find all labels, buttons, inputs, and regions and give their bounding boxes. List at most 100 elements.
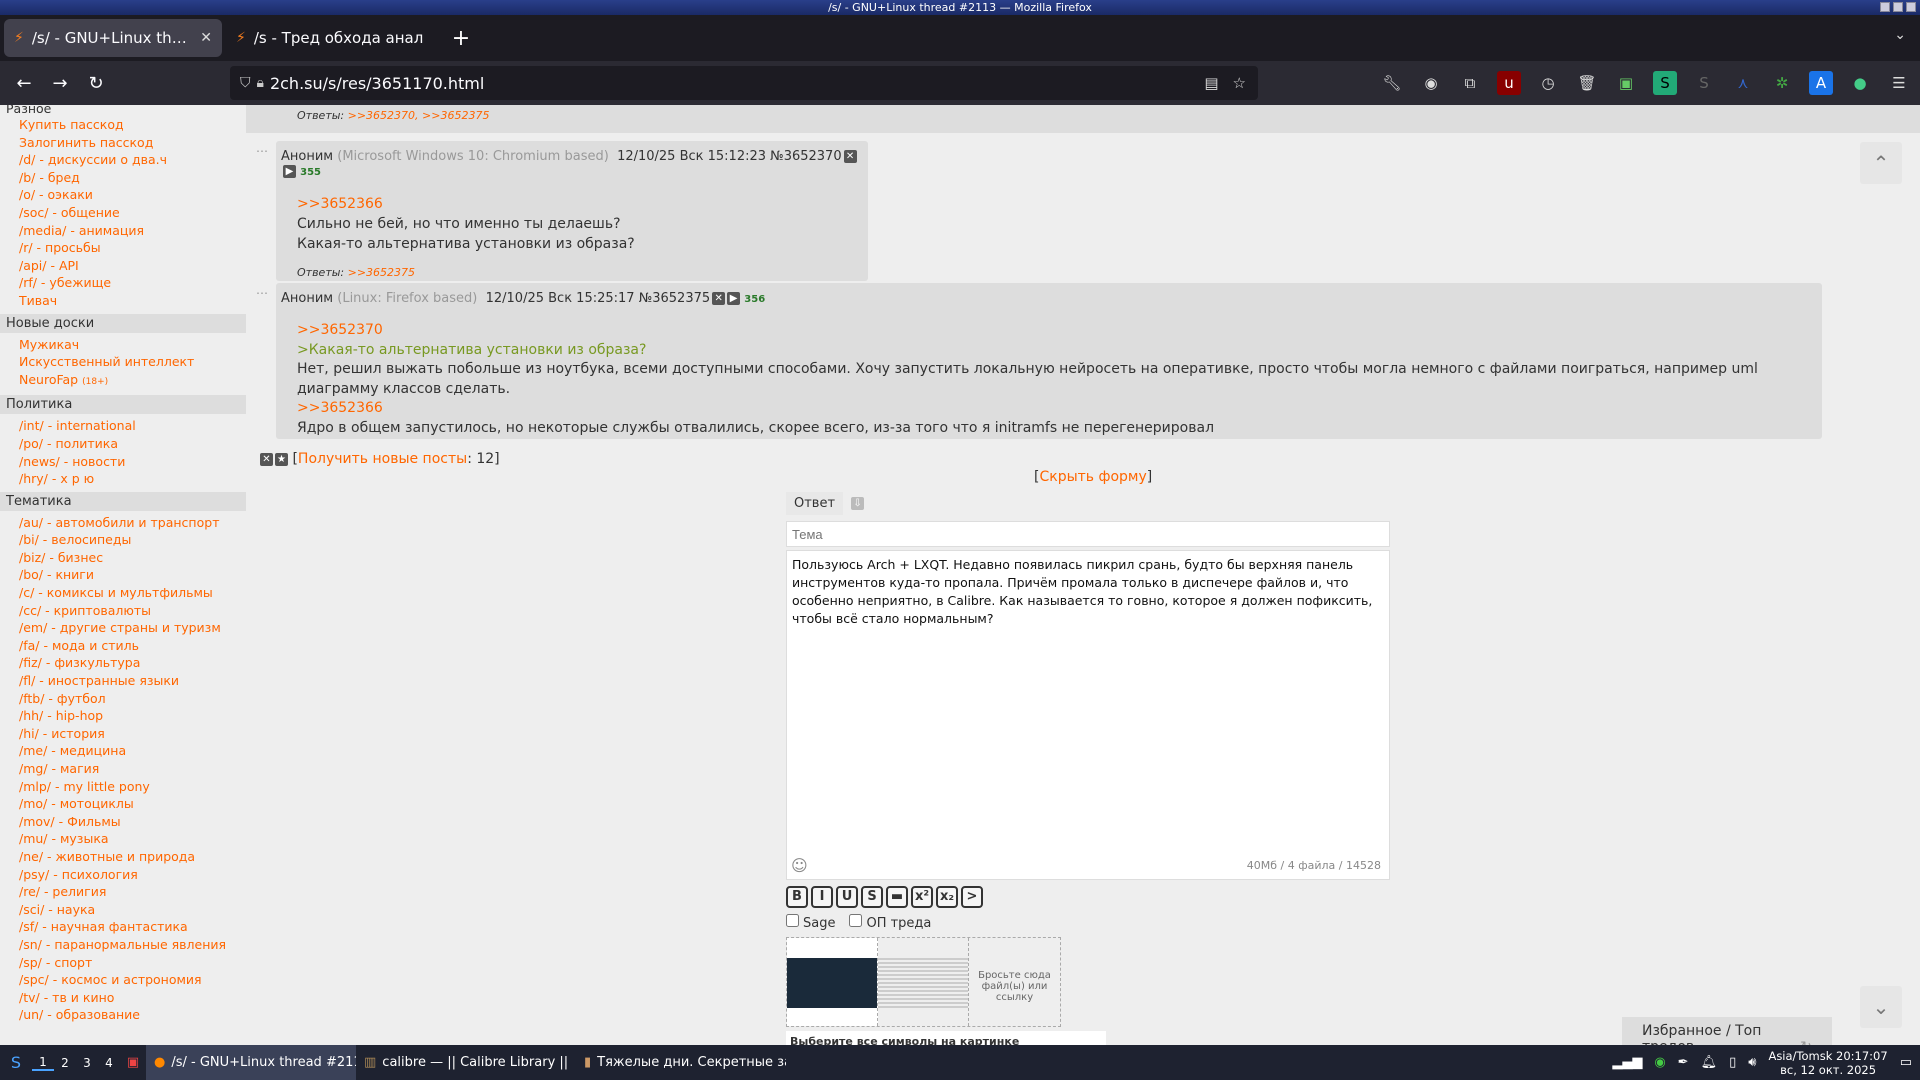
- op-checkbox[interactable]: ОП треда: [849, 914, 931, 931]
- taskbar-firefox[interactable]: ● /s/ - GNU+Linux thread #2113 ...: [146, 1045, 356, 1080]
- file-thumb-2[interactable]: [878, 938, 969, 1026]
- show-desktop-icon[interactable]: ▭: [1900, 1055, 1912, 1070]
- sidebar-link[interactable]: /hh/ - hip-hop: [0, 707, 246, 725]
- sidebar-link[interactable]: /b/ - бред: [0, 169, 246, 187]
- download-icon[interactable]: ⇩: [851, 497, 865, 510]
- sidebar-link[interactable]: /un/ - образование: [0, 1006, 246, 1024]
- sidebar-link[interactable]: /rf/ - убежище: [0, 274, 246, 292]
- ext-a-icon[interactable]: A: [1809, 71, 1833, 95]
- subject-input[interactable]: [786, 521, 1390, 547]
- sidebar-link[interactable]: /au/ - автомобили и транспорт: [0, 514, 246, 532]
- post-number[interactable]: №3652370: [770, 149, 841, 164]
- reply-link[interactable]: >>3652370: [297, 321, 1822, 341]
- history-icon[interactable]: ◷: [1536, 71, 1560, 95]
- list-tabs-icon[interactable]: ⌄: [1894, 27, 1906, 43]
- hide-icon[interactable]: ✕: [843, 150, 857, 163]
- format-button[interactable]: U: [836, 886, 858, 908]
- sidebar-link[interactable]: /cc/ - криптовалюты: [0, 602, 246, 620]
- forward-icon[interactable]: →: [42, 73, 78, 94]
- format-button[interactable]: B: [786, 886, 808, 908]
- sage-checkbox[interactable]: Sage: [786, 914, 835, 931]
- sidebar-link[interactable]: /ftb/ - футбол: [0, 690, 246, 708]
- hide-form-link[interactable]: Скрыть форму: [1039, 469, 1146, 485]
- taskbar-calibre[interactable]: ▥ calibre — || Calibre Library ||: [356, 1045, 576, 1080]
- menu-icon[interactable]: ☰: [1887, 71, 1911, 95]
- url-text[interactable]: 2ch.su/s/res/3651170.html: [270, 74, 484, 93]
- file-thumb-1[interactable]: [787, 938, 878, 1026]
- taskbar-app-label[interactable]: /s/ - GNU+Linux thread #2113 ...: [171, 1055, 356, 1070]
- sidebar-link[interactable]: /hry/ - х р ю: [0, 470, 246, 488]
- message-text[interactable]: Пользуюсь Arch + LXQT. Недавно появилась…: [792, 557, 1372, 626]
- sidebar-link[interactable]: /ne/ - животные и природа: [0, 848, 246, 866]
- answer-links[interactable]: >>3652370, >>3652375: [348, 109, 490, 122]
- sidebar-link[interactable]: /biz/ - бизнес: [0, 549, 246, 567]
- close-window-button[interactable]: [1906, 2, 1916, 12]
- tab-gnu-linux[interactable]: ⚡ /s/ - GNU+Linux thread ✕: [4, 19, 222, 57]
- reader-view-icon[interactable]: ▤: [1204, 74, 1218, 92]
- sidebar-link[interactable]: /r/ - просьбы: [0, 239, 246, 257]
- scroll-down-button[interactable]: ⌄: [1860, 986, 1902, 1028]
- sidebar-link[interactable]: /mo/ - мотоциклы: [0, 795, 246, 813]
- sidebar-link[interactable]: /fl/ - иностранные языки: [0, 672, 246, 690]
- sidebar-link[interactable]: /soc/ - общение: [0, 204, 246, 222]
- url-bar[interactable]: ⛉ 🔒︎ 2ch.su/s/res/3651170.html ▤ ☆: [230, 66, 1258, 100]
- format-button[interactable]: I: [811, 886, 833, 908]
- answer-links[interactable]: >>3652375: [348, 266, 415, 279]
- sidebar-link[interactable]: /c/ - комиксы и мультфильмы: [0, 584, 246, 602]
- sidebar-link[interactable]: /sn/ - паранормальные явления: [0, 936, 246, 954]
- taskbar-app-label[interactable]: calibre — || Calibre Library ||: [382, 1055, 568, 1070]
- taskbar-app-label[interactable]: Тяжелые дни. Секретные зас...: [597, 1055, 786, 1070]
- new-tab-button[interactable]: +: [444, 19, 478, 57]
- sidebar-link[interactable]: /spc/ - космос и астрономия: [0, 971, 246, 989]
- sidebar-link[interactable]: /mov/ - Фильмы: [0, 813, 246, 831]
- emoji-icon[interactable]: ☺: [791, 857, 808, 875]
- lock-icon[interactable]: 🔒︎: [257, 75, 264, 91]
- clock[interactable]: Asia/Tomsk 20:17:07 вс, 12 окт. 2025: [1768, 1049, 1887, 1077]
- play-icon[interactable]: ▶: [727, 292, 741, 305]
- workspace-1[interactable]: 1: [32, 1055, 54, 1071]
- sidebar-link-label[interactable]: NeuroFap: [19, 372, 78, 387]
- workspace-2[interactable]: 2: [54, 1056, 76, 1070]
- sidebar-link[interactable]: /sp/ - спорт: [0, 954, 246, 972]
- sidebar-link[interactable]: Залогинить пасскод: [0, 134, 246, 152]
- sidebar-link[interactable]: NeuroFap (18+): [0, 371, 246, 392]
- sidebar-link[interactable]: /media/ - анимация: [0, 222, 246, 240]
- favorites-panel[interactable]: Избранное / Топ тредов ↻: [1622, 1017, 1832, 1055]
- close-tab-icon[interactable]: ✕: [200, 30, 212, 46]
- sidebar-link[interactable]: /o/ - оэкаки: [0, 186, 246, 204]
- sidebar-link[interactable]: /re/ - религия: [0, 883, 246, 901]
- tab-obhod[interactable]: ⚡ /s - Тред обхода анал: [226, 19, 444, 57]
- drop-zone[interactable]: Бросьте сюда файл(ы) или ссылку: [969, 938, 1060, 1026]
- ext-green-icon[interactable]: ▣: [1614, 71, 1638, 95]
- hide-icon[interactable]: ✕: [712, 292, 726, 305]
- workspace-3[interactable]: 3: [76, 1056, 98, 1070]
- sidebar-link[interactable]: /mg/ - магия: [0, 760, 246, 778]
- minimize-button[interactable]: [1880, 2, 1890, 12]
- message-textarea[interactable]: Пользуюсь Arch + LXQT. Недавно появилась…: [786, 550, 1390, 880]
- ext-blue-icon[interactable]: ⋏: [1731, 71, 1755, 95]
- bell-icon[interactable]: 🔔︎: [1701, 1055, 1718, 1070]
- terminal-icon[interactable]: ▣: [120, 1055, 146, 1070]
- post-menu-icon[interactable]: …: [256, 283, 268, 297]
- sidebar-link[interactable]: /sci/ - наука: [0, 901, 246, 919]
- ext-script-icon[interactable]: S: [1692, 71, 1716, 95]
- reply-link[interactable]: >>3652366: [297, 399, 1822, 419]
- sidebar-link[interactable]: /tv/ - тв и кино: [0, 989, 246, 1007]
- status-circle-icon[interactable]: ◉: [1654, 1055, 1665, 1070]
- sidebar-link[interactable]: /bo/ - книги: [0, 566, 246, 584]
- format-button[interactable]: >: [961, 886, 983, 908]
- ublock-icon[interactable]: u: [1497, 71, 1521, 95]
- sidebar-link[interactable]: /mlp/ - my little pony: [0, 778, 246, 796]
- sidebar-link[interactable]: /psy/ - психология: [0, 866, 246, 884]
- format-button[interactable]: S: [861, 886, 883, 908]
- sidebar-link[interactable]: /news/ - новости: [0, 453, 246, 471]
- ext-tree-icon[interactable]: ✲: [1770, 71, 1794, 95]
- sidebar-link[interactable]: /int/ - international: [0, 417, 246, 435]
- shield-icon[interactable]: ⛉: [240, 75, 251, 91]
- sidebar-link[interactable]: Искусственный интеллект: [0, 353, 246, 371]
- post-menu-icon[interactable]: …: [256, 141, 268, 155]
- ext-s-icon[interactable]: S: [1653, 71, 1677, 95]
- sidebar-link[interactable]: /em/ - другие страны и туризм: [0, 619, 246, 637]
- sidebar-link[interactable]: /fa/ - мода и стиль: [0, 637, 246, 655]
- network-icon[interactable]: ▂▄▆: [1612, 1055, 1642, 1070]
